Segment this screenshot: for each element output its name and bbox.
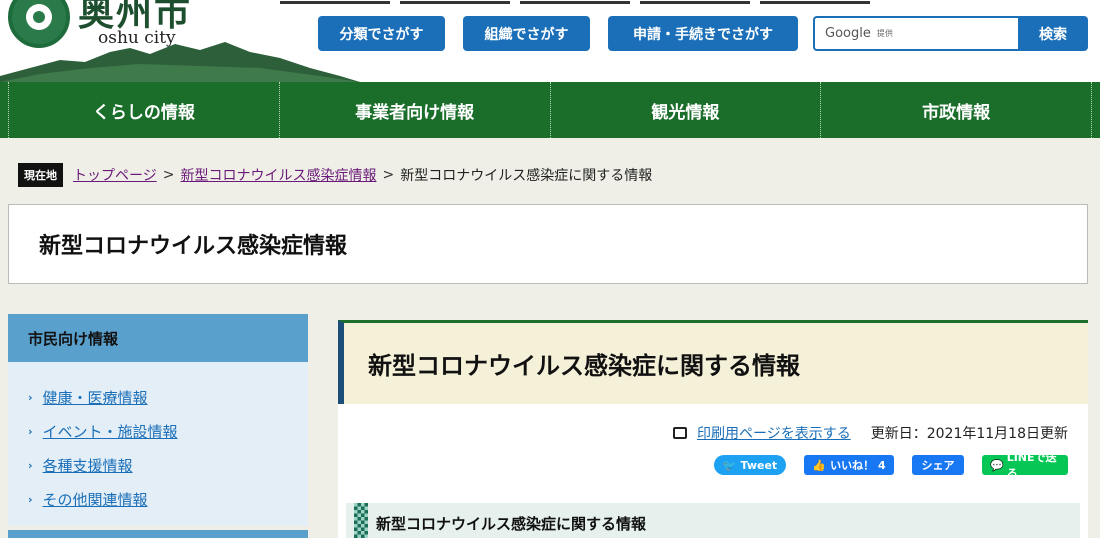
- sidebar-item-label[interactable]: 健康・医療情報: [43, 387, 148, 408]
- utility-link[interactable]: [280, 0, 390, 4]
- print-page-link[interactable]: 印刷用ページを表示する: [697, 423, 851, 443]
- chevron-right-icon: ›: [28, 390, 33, 404]
- tweet-label: Tweet: [740, 458, 778, 472]
- section-heading: 新型コロナウイルス感染症に関する情報: [346, 503, 1080, 538]
- mountain-graphic: [0, 42, 360, 82]
- search-button[interactable]: 検索: [1018, 16, 1088, 51]
- line-label: LINEで送る: [1006, 451, 1057, 480]
- utility-link[interactable]: [520, 0, 630, 4]
- search-placeholder: Google: [825, 26, 871, 41]
- utility-link[interactable]: [400, 0, 510, 4]
- tweet-button[interactable]: 🐦 Tweet: [714, 455, 786, 475]
- breadcrumb-label: 現在地: [18, 163, 63, 187]
- search-input[interactable]: Google 提供: [813, 16, 1018, 51]
- gnav-item-living[interactable]: くらしの情報: [8, 82, 279, 138]
- article-heading: 新型コロナウイルス感染症に関する情報: [338, 320, 1088, 404]
- search-by-procedure-button[interactable]: 申請・手続きでさがす: [608, 16, 798, 51]
- utility-link[interactable]: [640, 0, 750, 4]
- sidebar-next-section: [8, 530, 308, 538]
- search-by-category-button[interactable]: 分類でさがす: [318, 16, 445, 51]
- sidebar-item-label[interactable]: イベント・施設情報: [43, 421, 178, 442]
- site-header: 奥州市 oshu city 分類でさがす 組織でさがす 申請・手続きでさがす G…: [0, 0, 1100, 82]
- breadcrumb-link-covid[interactable]: 新型コロナウイルス感染症情報: [180, 165, 376, 185]
- breadcrumb-current: 新型コロナウイルス感染症に関する情報: [400, 168, 653, 184]
- updated-date: 更新日：2021年11月18日更新: [870, 426, 1068, 442]
- chevron-right-icon: ›: [28, 492, 33, 506]
- sidebar-item-support[interactable]: › 各種支援情報: [8, 448, 308, 482]
- sidebar-item-label[interactable]: その他関連情報: [43, 489, 148, 510]
- printer-icon: [673, 427, 687, 439]
- breadcrumb-separator: >: [382, 167, 395, 183]
- breadcrumb-link-top[interactable]: トップページ: [73, 165, 157, 185]
- search-by-organization-button[interactable]: 組織でさがす: [463, 16, 590, 51]
- line-icon: 💬: [990, 458, 1004, 472]
- global-nav: くらしの情報 事業者向け情報 観光情報 市政情報: [0, 82, 1100, 138]
- article-meta: 印刷用ページを表示する 更新日：2021年11月18日更新: [673, 423, 1068, 443]
- twitter-icon: 🐦: [722, 458, 737, 472]
- search-provided-label: 提供: [876, 29, 893, 38]
- checkered-marker-icon: [354, 503, 368, 538]
- sidebar-item-other[interactable]: › その他関連情報: [8, 482, 308, 516]
- page-title: 新型コロナウイルス感染症情報: [8, 204, 1088, 284]
- thumbs-up-icon: 👍: [812, 458, 827, 472]
- social-buttons: 🐦 Tweet 👍 いいね！ 4 シェア 💬 LINEで送る: [714, 451, 1068, 480]
- gnav-item-business[interactable]: 事業者向け情報: [278, 82, 550, 138]
- chevron-right-icon: ›: [28, 424, 33, 438]
- facebook-share-button[interactable]: シェア: [912, 455, 964, 475]
- line-share-button[interactable]: 💬 LINEで送る: [982, 451, 1068, 480]
- sidebar-item-health[interactable]: › 健康・医療情報: [8, 380, 308, 414]
- gnav-item-city-admin[interactable]: 市政情報: [820, 82, 1092, 138]
- utility-link[interactable]: [760, 0, 870, 4]
- main-content: 新型コロナウイルス感染症に関する情報 印刷用ページを表示する 更新日：2021年…: [338, 320, 1088, 538]
- section-heading-text: 新型コロナウイルス感染症に関する情報: [376, 514, 647, 533]
- breadcrumb: 現在地 トップページ > 新型コロナウイルス感染症情報 > 新型コロナウイルス感…: [18, 163, 652, 187]
- like-label: いいね！ 4: [830, 459, 886, 472]
- chevron-right-icon: ›: [28, 458, 33, 472]
- sidebar-item-events[interactable]: › イベント・施設情報: [8, 414, 308, 448]
- sidebar-menu: › 健康・医療情報 › イベント・施設情報 › 各種支援情報 › その他関連情報: [8, 362, 308, 526]
- sidebar-heading: 市民向け情報: [8, 314, 308, 362]
- facebook-like-button[interactable]: 👍 いいね！ 4: [804, 455, 894, 475]
- gnav-item-tourism[interactable]: 観光情報: [549, 82, 821, 138]
- utility-links: [280, 0, 870, 6]
- breadcrumb-separator: >: [162, 167, 175, 183]
- sidebar-item-label[interactable]: 各種支援情報: [43, 455, 133, 476]
